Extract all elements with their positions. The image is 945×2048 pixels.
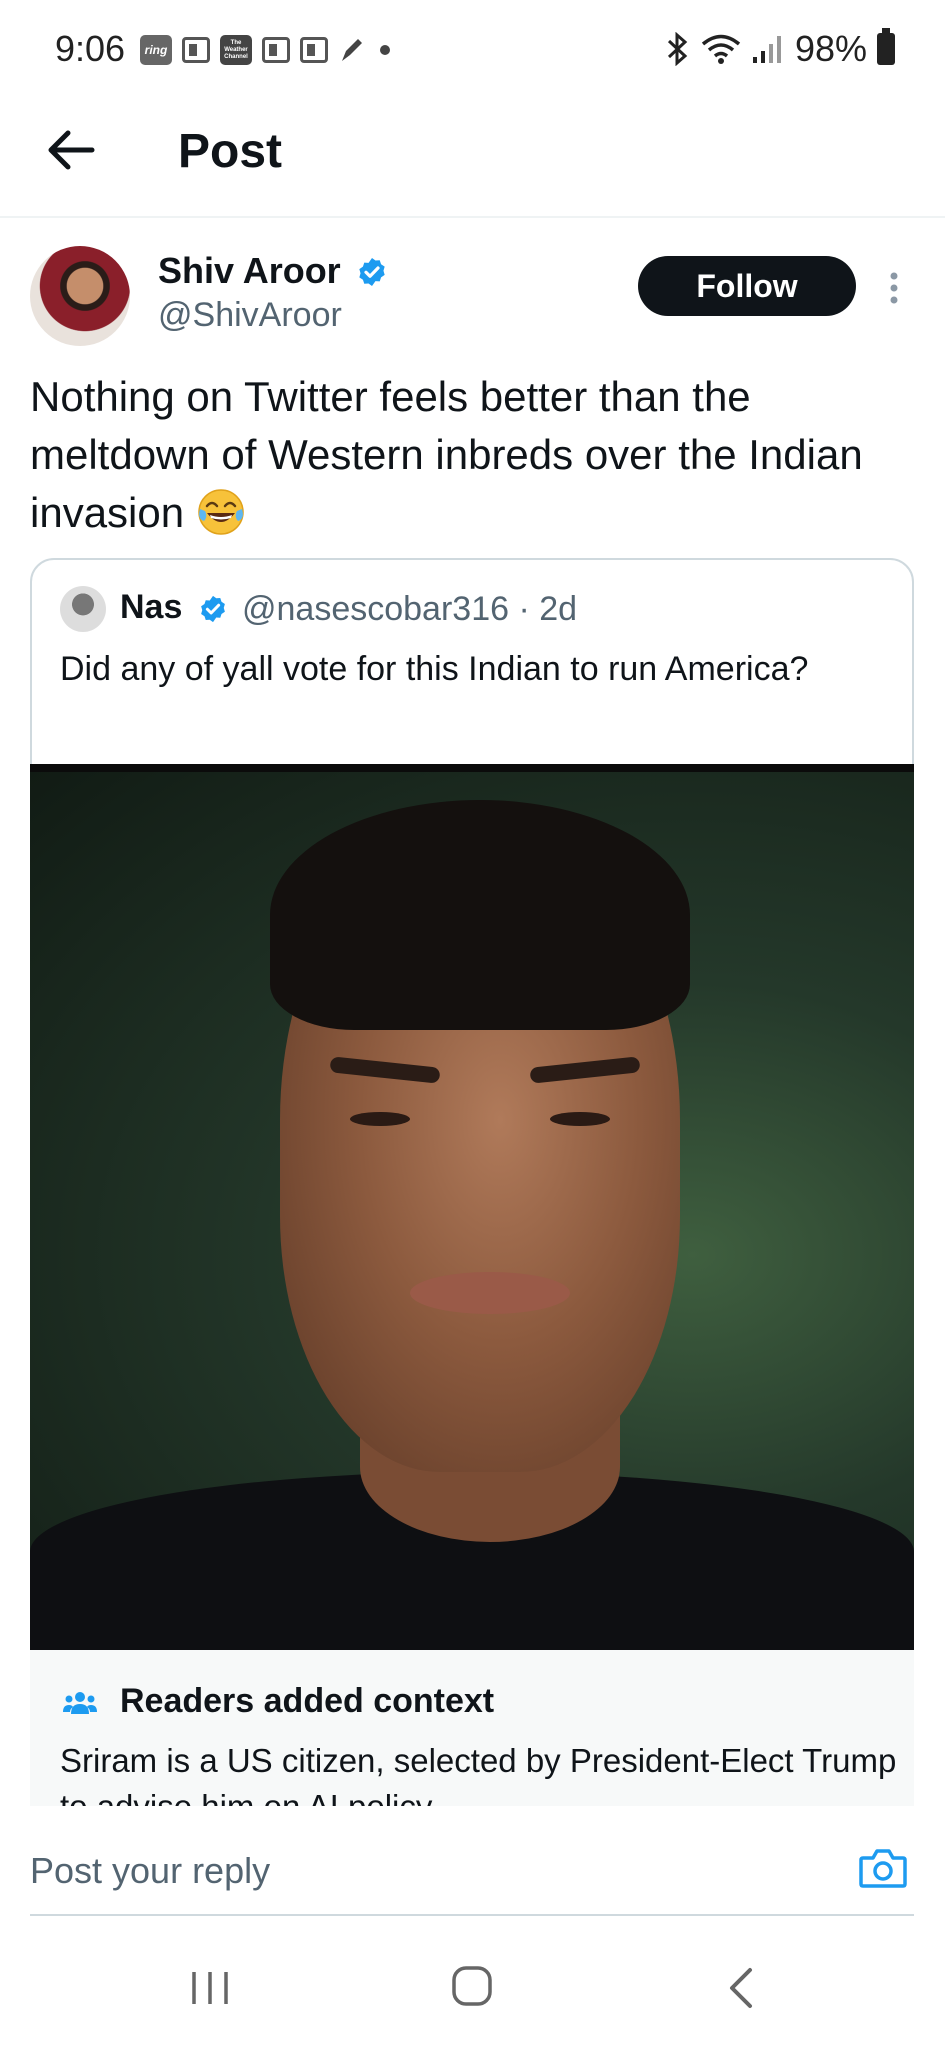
readers-context-title: Readers added context xyxy=(120,1682,495,1720)
reply-input[interactable]: Post your reply xyxy=(30,1850,270,1892)
battery-percent: 98% xyxy=(794,28,867,69)
page-title: Post xyxy=(178,125,283,178)
portrait-hair xyxy=(270,800,690,1030)
weather-channel-icon: The Weather Channel xyxy=(220,35,252,65)
news-icon xyxy=(262,37,290,63)
recent-apps-icon[interactable] xyxy=(186,1966,234,2010)
follow-button[interactable]: Follow xyxy=(638,256,856,316)
wifi-icon xyxy=(701,34,741,64)
portrait-eye xyxy=(350,1112,410,1126)
back-arrow-icon[interactable] xyxy=(40,120,100,180)
portrait-eye xyxy=(550,1112,610,1126)
notification-icons: ring The Weather Channel xyxy=(140,32,390,68)
readers-context-text: Sriram is a US citizen, selected by Pres… xyxy=(60,1742,897,1808)
battery-icon xyxy=(877,28,895,65)
dot-icon xyxy=(380,45,390,55)
reply-underline xyxy=(30,1914,914,1916)
quoted-author-handle: @nasescobar316 · 2d xyxy=(242,590,578,628)
portrait-background xyxy=(30,772,914,1650)
ring-app-icon: ring xyxy=(140,35,172,65)
bluetooth-icon xyxy=(667,32,688,66)
camera-icon[interactable] xyxy=(858,1846,908,1890)
news-icon xyxy=(182,37,210,63)
face-with-tears-of-joy-icon xyxy=(198,489,244,535)
quoted-author-name: Nas xyxy=(120,588,183,626)
system-back-icon[interactable] xyxy=(722,1964,762,2012)
home-icon[interactable] xyxy=(450,1964,494,2008)
weather-label: The Weather Channel xyxy=(224,39,248,60)
quoted-post-photo[interactable] xyxy=(30,764,914,1650)
header-divider xyxy=(0,216,945,218)
portrait-lips xyxy=(410,1272,570,1314)
author-name[interactable]: Shiv Aroor xyxy=(158,250,341,292)
system-status: 98% xyxy=(663,28,895,70)
news-icon xyxy=(300,37,328,63)
more-options-icon[interactable] xyxy=(882,270,906,306)
author-handle[interactable]: @ShivAroor xyxy=(158,296,342,335)
verified-badge-icon xyxy=(201,595,225,623)
verified-badge-icon xyxy=(359,258,385,286)
post-text: Nothing on Twitter feels better than the… xyxy=(30,368,910,542)
post-text-content: Nothing on Twitter feels better than the… xyxy=(30,373,863,536)
pen-icon xyxy=(342,39,362,61)
signal-icon xyxy=(752,36,781,63)
quoted-post-text: Did any of yall vote for this Indian to … xyxy=(60,650,809,688)
status-time: 9:06 xyxy=(55,28,126,69)
quoted-author-avatar xyxy=(60,586,106,632)
people-icon xyxy=(63,1692,97,1714)
ring-label: ring xyxy=(144,43,168,57)
author-avatar[interactable] xyxy=(30,246,130,346)
